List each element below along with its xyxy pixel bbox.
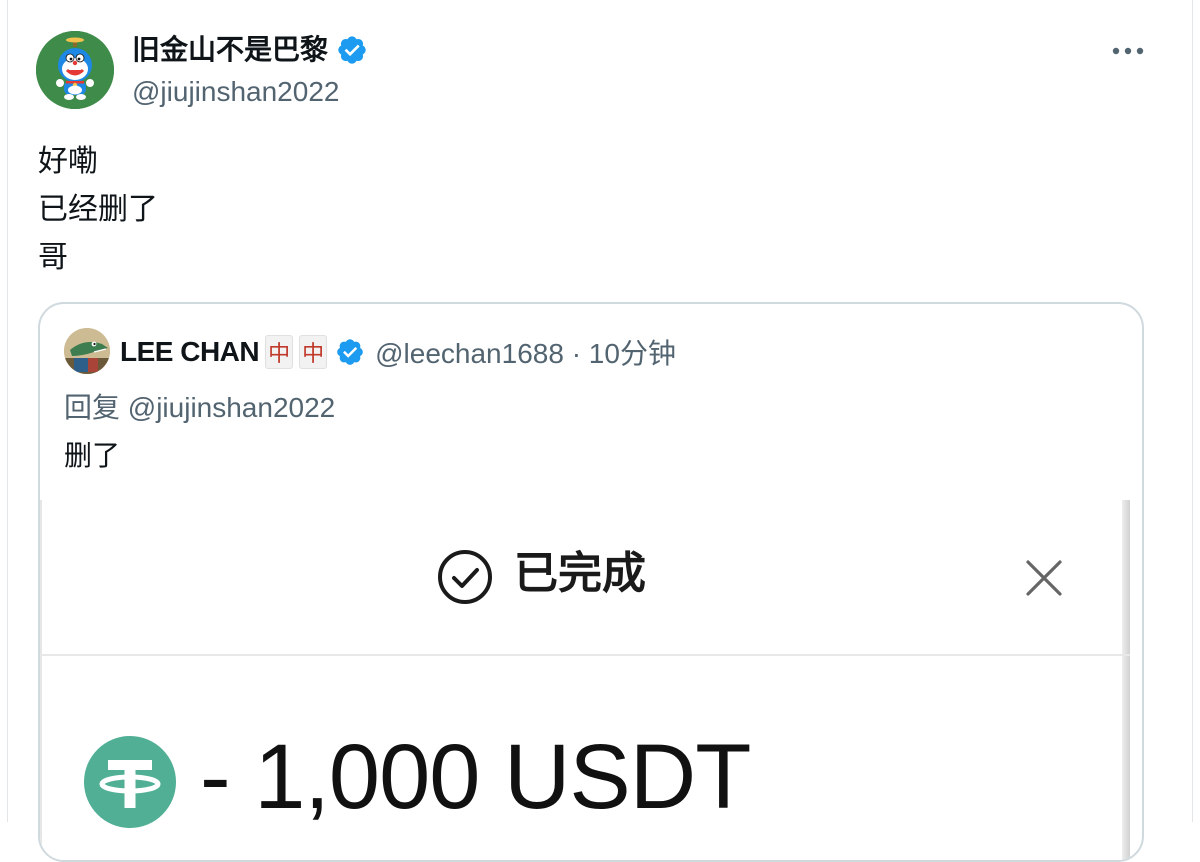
author-handle[interactable]: @jiujinshan2022 (132, 74, 339, 110)
crocodile-avatar-icon (64, 328, 110, 374)
check-circle-icon (438, 550, 492, 604)
status-title: 已完成 (514, 549, 646, 598)
verified-badge-icon (337, 339, 363, 365)
tweet-text-line: 哥 (38, 241, 68, 274)
author-display-name[interactable]: 旧金山不是巴黎 (132, 30, 328, 70)
quote-text: 删了 (64, 440, 121, 471)
quote-author-avatar[interactable] (64, 328, 110, 374)
quote-header: LEE CHAN 中 中 @leechan1688 · 10分钟 (120, 332, 676, 372)
tweet-text-line: 已经删了 (38, 193, 158, 226)
media-right-edge (1122, 500, 1130, 860)
author-name-row[interactable]: 旧金山不是巴黎 (132, 30, 368, 70)
media-left-edge (40, 500, 42, 860)
quote-author-name[interactable]: LEE CHAN (120, 336, 260, 368)
quoted-tweet-card[interactable]: LEE CHAN 中 中 @leechan1688 · 10分钟 回复 @jiu… (38, 302, 1144, 862)
tweet-text-line: 好嘞 (38, 145, 98, 178)
transfer-amount: - 1,000 USDT (200, 726, 751, 828)
card-left-border (7, 0, 8, 822)
mahjong-tile-icon: 中 (299, 335, 328, 369)
doraemon-avatar-icon (36, 31, 114, 109)
close-icon (1026, 560, 1062, 596)
more-options-button[interactable] (1110, 36, 1146, 66)
quote-reply-to[interactable]: 回复 @jiujinshan2022 (64, 386, 335, 426)
card-right-border (1192, 0, 1193, 822)
more-dots-icon (1112, 47, 1144, 55)
tether-coin-icon (84, 736, 176, 828)
media-divider (40, 654, 1130, 656)
tweet-text: 好嘞 已经删了 哥 (38, 138, 158, 282)
verified-badge-icon (338, 36, 366, 64)
tweet-container: 旧金山不是巴黎 @jiujinshan2022 好嘞 已经删了 哥 LEE CH… (0, 0, 1200, 862)
author-avatar[interactable] (36, 31, 114, 109)
quote-handle-time[interactable]: @leechan1688 · 10分钟 (375, 332, 676, 372)
quote-media-image[interactable]: 已完成 - 1,000 USDT (40, 500, 1130, 860)
mahjong-tile-icon: 中 (265, 335, 294, 369)
